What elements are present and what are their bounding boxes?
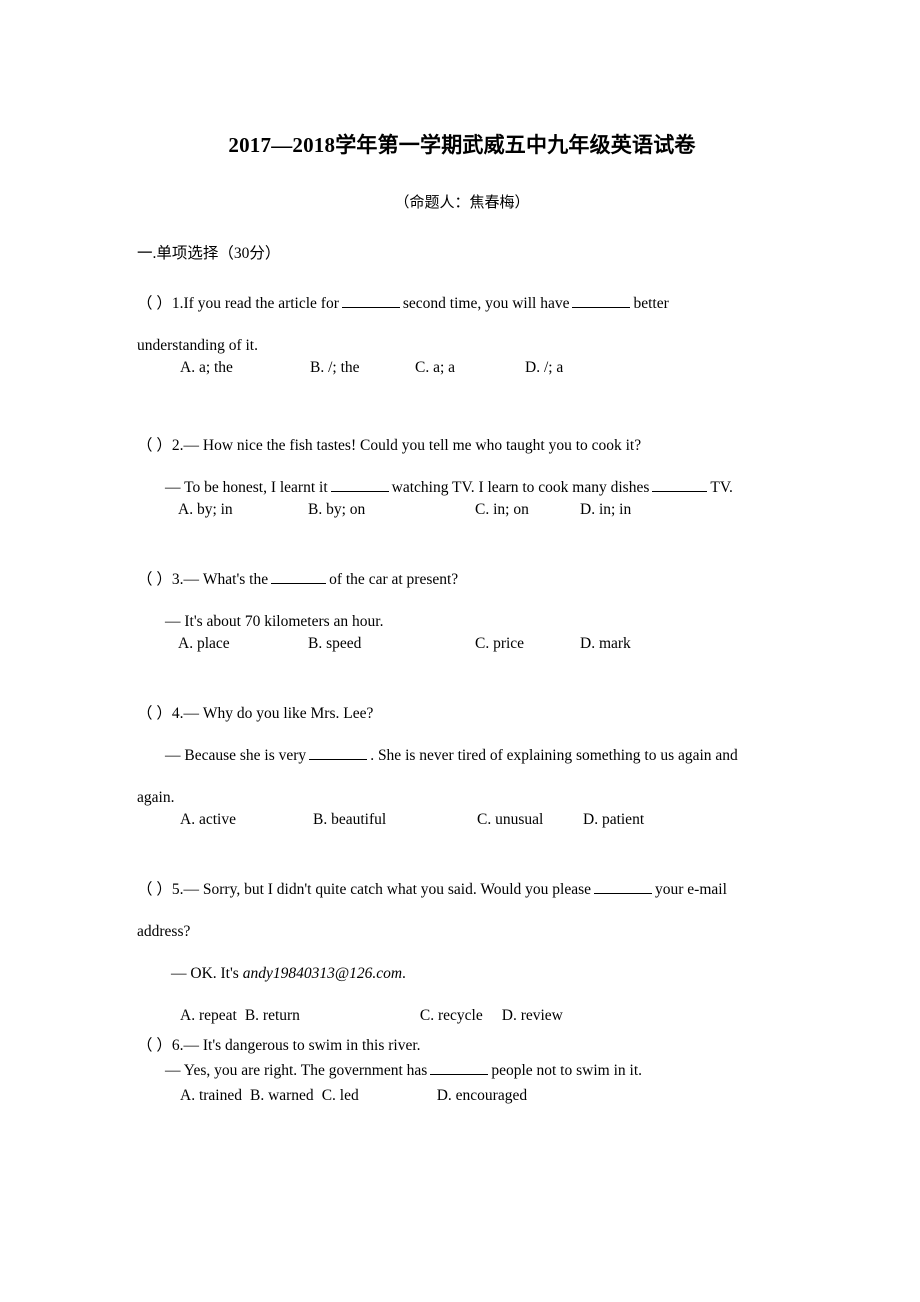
question-6-option-b[interactable]: B. warned [250,1087,314,1104]
question-6-blank-1 [430,1061,489,1075]
question-3-option-a[interactable]: A. place [178,633,230,655]
question-1-option-b[interactable]: B. /; the [310,357,360,379]
question-1-continuation: understanding of it. [137,337,258,354]
question-5: （ ）5.— Sorry, but I didn't quite catch w… [137,851,787,1027]
page-canvas: 2017—2018学年第一学期武威五中九年级英语试卷 （命题人：焦春梅） 一.单… [0,0,920,1302]
question-1-stem-text-2: second time, you will have [402,295,570,312]
question-4-blank-1 [309,746,368,760]
question-5-blank-1 [594,880,653,894]
question-2-blank-2 [652,478,708,492]
question-6-options: A. trained B. warned C. led D. encouraged [137,1082,787,1107]
page-title: 2017—2018学年第一学期武威五中九年级英语试卷 [228,133,696,157]
question-4-marker: （ ）4. [137,705,184,722]
question-6-answer-text-1: — Yes, you are right. The government has [165,1062,428,1079]
question-6-stem-text: — It's dangerous to swim in this river. [183,1037,421,1054]
question-5-marker: （ ）5. [137,881,184,898]
question-6-option-c[interactable]: C. led [322,1087,359,1104]
document-subtitle: （命题人：焦春梅） [394,195,530,211]
question-2-marker: （ ）2. [137,437,184,454]
question-4-answer-text-1: — Because she is very [165,747,307,764]
question-6-answer: — Yes, you are right. The government has… [137,1057,787,1082]
question-2-option-b[interactable]: B. by; on [308,499,365,521]
question-4: （ ）4.— Why do you like Mrs. Lee? — Becau… [137,675,787,851]
question-4-option-a[interactable]: A. active [180,809,236,831]
question-1-option-a[interactable]: A. a; the [180,357,233,379]
question-2-answer-text-3: TV. [710,479,733,496]
question-1-option-d[interactable]: D. /; a [525,357,563,379]
question-6-marker: （ ）6. [137,1037,184,1054]
question-3-option-c[interactable]: C. price [475,633,524,655]
question-2-options: A. by; in B. by; on C. in; on D. in; in [137,499,787,541]
question-4-option-c[interactable]: C. unusual [477,809,543,831]
document-body: 2017—2018学年第一学期武威五中九年级英语试卷 （命题人：焦春梅） 一.单… [137,0,787,1107]
question-2-option-a[interactable]: A. by; in [178,499,233,521]
question-5-options: A. repeat B. return C. recycle D. review [137,985,787,1027]
question-3-option-b[interactable]: B. speed [308,633,361,655]
question-4-option-b[interactable]: B. beautiful [313,809,386,831]
question-6-option-d[interactable]: D. encouraged [437,1087,527,1104]
question-3-stem-text-1: — What's the [183,571,269,588]
question-6-option-a[interactable]: A. trained [180,1087,242,1104]
question-5-answer-email: andy19840313@126.com [242,965,403,982]
question-1-stem: （ ）1.If you read the article for second t… [137,265,787,315]
question-1-blank-2 [572,294,631,308]
question-5-continuation: address? [137,923,191,940]
question-2-stem: （ ）2.— How nice the fish tastes! Could y… [137,407,787,457]
question-5-answer-suffix: . [402,965,406,982]
question-5-answer-prefix: — OK. It's [171,965,243,982]
question-4-options: A. active B. beautiful C. unusual D. pat… [137,809,787,851]
question-3-option-d[interactable]: D. mark [580,633,631,655]
question-5-option-d[interactable]: D. review [502,1007,563,1024]
question-2-answer-text-1: — To be honest, I learnt it [165,479,328,496]
question-6: （ ）6.— It's dangerous to swim in this ri… [137,1027,787,1107]
question-1-options: A. a; the B. /; the C. a; a D. /; a [137,357,787,407]
question-5-option-c[interactable]: C. recycle [420,1007,483,1024]
question-3-blank-1 [271,570,327,584]
question-2-answer-text-2: watching TV. I learn to cook many dishes [391,479,650,496]
section-heading: 一.单项选择（30分） [137,245,281,262]
question-1-blank-1 [341,294,400,308]
question-6-answer-text-2: people not to swim in it. [491,1062,642,1079]
question-2: （ ）2.— How nice the fish tastes! Could y… [137,407,787,541]
question-1-stem-text-1: If you read the article for [183,295,339,312]
question-5-stem: （ ）5.— Sorry, but I didn't quite catch w… [137,851,787,901]
question-3-answer: — It's about 70 kilometers an hour. [165,613,384,630]
question-1-marker: （ ）1. [137,295,184,312]
question-5-option-b[interactable]: B. return [245,1007,300,1024]
question-4-stem: （ ）4.— Why do you like Mrs. Lee? [137,675,787,725]
question-4-answer: — Because she is very . She is never tire… [137,725,787,767]
question-1-option-c[interactable]: C. a; a [415,357,455,379]
question-5-option-a[interactable]: A. repeat [180,1007,237,1024]
question-2-blank-1 [330,478,389,492]
question-4-option-d[interactable]: D. patient [583,809,644,831]
question-5-answer: — OK. It's andy19840313@126.com. [137,943,787,985]
question-3-options: A. place B. speed C. price D. mark [137,633,787,675]
question-6-stem: （ ）6.— It's dangerous to swim in this ri… [137,1027,787,1057]
question-2-stem-text: — How nice the fish tastes! Could you te… [183,437,642,454]
question-5-stem-text-1: — Sorry, but I didn't quite catch what y… [183,881,592,898]
question-2-option-d[interactable]: D. in; in [580,499,631,521]
question-3: （ ）3.— What's the of the car at present? … [137,541,787,675]
question-3-stem-text-2: of the car at present? [329,571,459,588]
question-1: （ ）1.If you read the article for second t… [137,265,787,407]
question-4-answer-text-2: . She is never tired of explaining somet… [370,747,738,764]
question-4-stem-text: — Why do you like Mrs. Lee? [183,705,374,722]
question-2-option-c[interactable]: C. in; on [475,499,529,521]
question-3-marker: （ ）3. [137,571,184,588]
question-4-continuation: again. [137,789,175,806]
question-3-stem: （ ）3.— What's the of the car at present? [137,541,787,591]
question-5-stem-text-2: your e-mail [655,881,727,898]
question-2-answer: — To be honest, I learnt it watching TV. … [137,457,787,499]
question-1-stem-text-3: better [633,295,669,312]
